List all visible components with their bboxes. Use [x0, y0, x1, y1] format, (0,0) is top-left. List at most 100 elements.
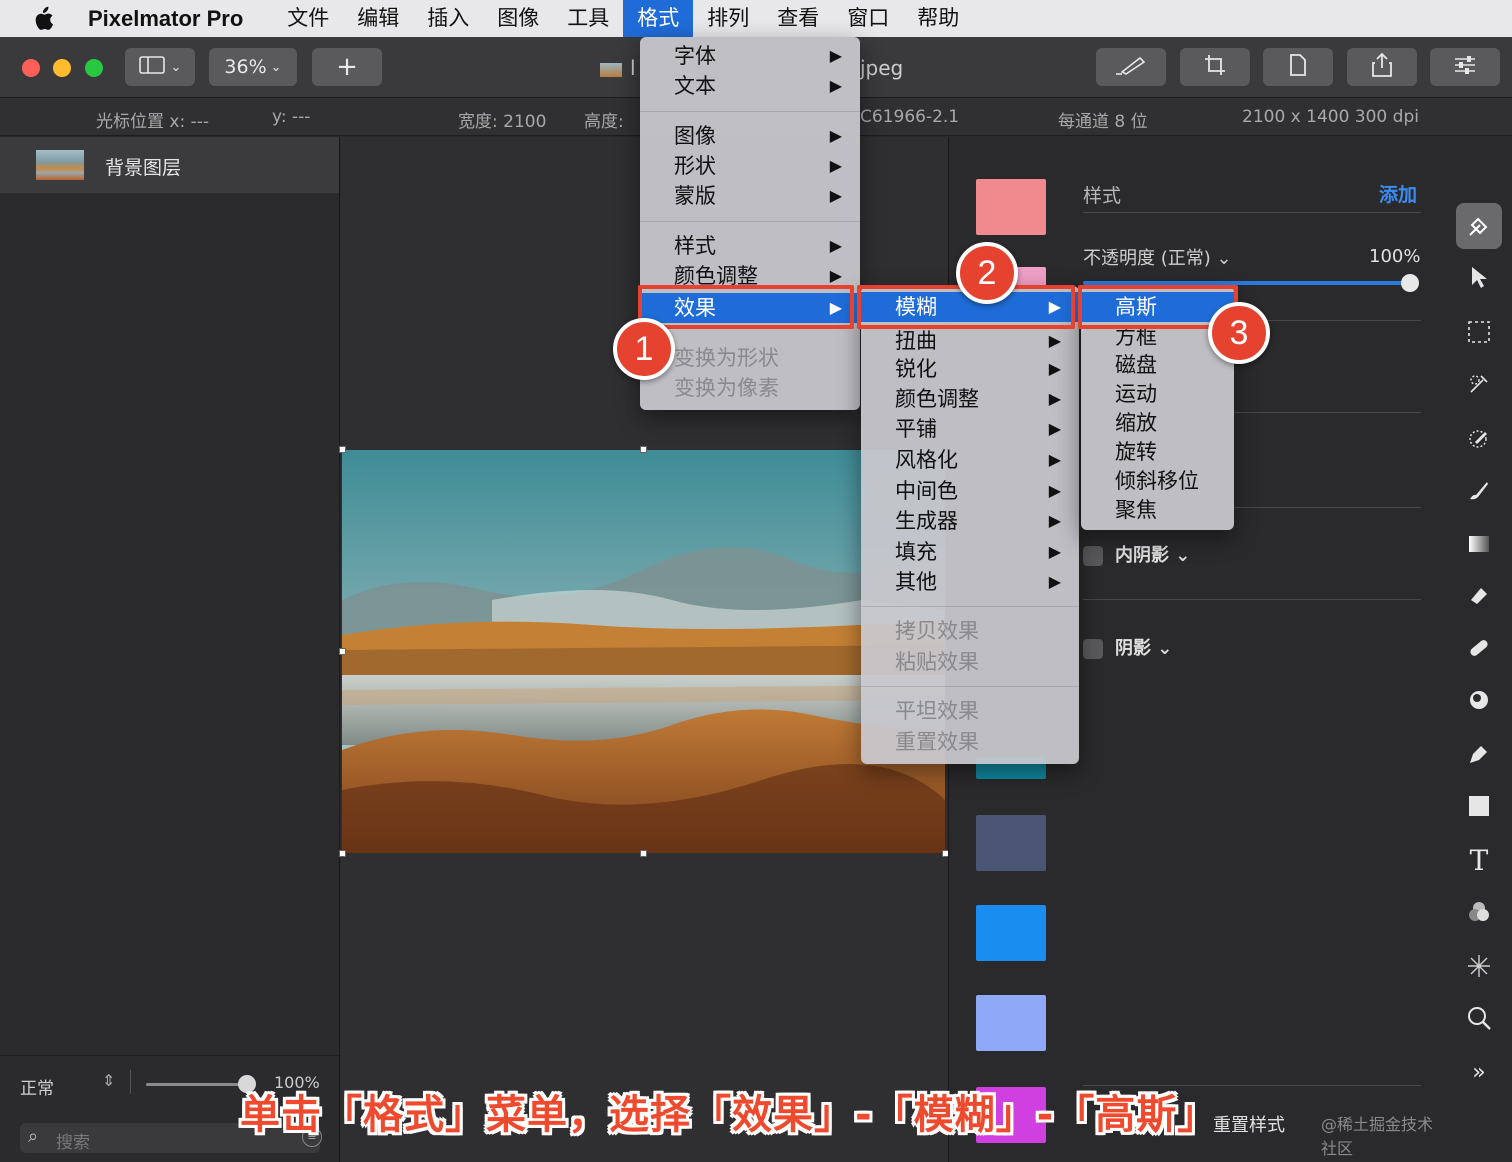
effects-menu-sharpen[interactable]: 锐化 ▶	[861, 354, 1079, 384]
blur-menu-motion[interactable]: 运动	[1081, 379, 1234, 409]
menu-tools[interactable]: 工具	[553, 0, 623, 37]
style-opacity-knob[interactable]	[1401, 274, 1419, 292]
share-button[interactable]	[1347, 48, 1417, 86]
color-profile-readout: C61966-2.1	[860, 107, 960, 127]
menu-item-label: 聚焦	[1115, 498, 1157, 522]
style-swatch[interactable]	[976, 815, 1046, 871]
eraser-tool-icon[interactable]	[1456, 573, 1502, 619]
format-menu-image[interactable]: 图像 ▶	[640, 121, 860, 151]
effects-menu-distort[interactable]: 扭曲 ▶	[861, 326, 1079, 356]
effects-menu-copy-effects[interactable]: 拷贝效果	[861, 616, 1079, 646]
shape-tool-icon[interactable]	[1456, 783, 1502, 829]
blur-menu-spin[interactable]: 旋转	[1081, 437, 1234, 467]
effects-menu-color-adjust[interactable]: 颜色调整 ▶	[861, 384, 1079, 414]
blur-menu-tilt-shift[interactable]: 倾斜移位	[1081, 466, 1234, 496]
inner-shadow-label: 内阴影 ⌄	[1115, 545, 1191, 566]
menu-window[interactable]: 窗口	[833, 0, 903, 37]
canvas-image[interactable]	[342, 450, 945, 853]
crop-button[interactable]	[1180, 48, 1250, 86]
effects-menu-tile[interactable]: 平铺 ▶	[861, 414, 1079, 444]
effects-menu-other[interactable]: 其他 ▶	[861, 567, 1079, 597]
blur-menu-focus[interactable]: 聚焦	[1081, 495, 1234, 525]
style-swatch[interactable]	[976, 905, 1046, 961]
effects-menu-fill[interactable]: 填充 ▶	[861, 537, 1079, 567]
effects-tool-icon[interactable]	[1456, 943, 1502, 989]
distort-tool-icon[interactable]	[1456, 677, 1502, 723]
menu-item-label: 其他	[895, 570, 937, 594]
layer-opacity-slider[interactable]	[146, 1083, 246, 1086]
chevron-down-icon: ⌄	[270, 59, 282, 75]
menu-file[interactable]: 文件	[273, 0, 343, 37]
selection-handle-tc[interactable]	[640, 446, 647, 453]
format-menu-convert-to-pixels[interactable]: 变换为像素	[640, 373, 860, 403]
close-window-button[interactable]	[22, 59, 40, 77]
effects-menu-halftone[interactable]: 中间色 ▶	[861, 476, 1079, 506]
add-style-button[interactable]: 添加	[1379, 180, 1417, 207]
selection-handle-tl[interactable]	[339, 446, 346, 453]
menu-edit[interactable]: 编辑	[343, 0, 413, 37]
blend-mode-select[interactable]: 正常	[20, 1074, 54, 1099]
effects-menu-generator[interactable]: 生成器 ▶	[861, 506, 1079, 536]
search-icon: ⌕	[28, 1126, 39, 1147]
selection-tool-icon[interactable]	[1456, 309, 1502, 355]
arrange-tool-icon[interactable]	[1456, 255, 1502, 301]
selection-handle-bc[interactable]	[640, 850, 647, 857]
effects-menu-paste-effects[interactable]: 粘贴效果	[861, 647, 1079, 677]
gradient-tool-icon[interactable]	[1456, 521, 1502, 567]
step-badge-2: 2	[956, 242, 1018, 304]
add-button[interactable]: +	[312, 48, 382, 86]
app-name[interactable]: Pixelmator Pro	[88, 6, 243, 32]
type-tool-icon[interactable]: T	[1456, 837, 1502, 883]
checkbox[interactable]	[1083, 546, 1103, 566]
color-picker-tool-icon[interactable]	[1456, 415, 1502, 461]
menu-help[interactable]: 帮助	[903, 0, 973, 37]
menu-item-label: 蒙版	[674, 184, 716, 208]
format-menu-shape[interactable]: 形状 ▶	[640, 151, 860, 181]
menu-image[interactable]: 图像	[483, 0, 553, 37]
apple-icon[interactable]	[20, 0, 66, 37]
menu-arrange[interactable]: 排列	[693, 0, 763, 37]
menu-view[interactable]: 查看	[763, 0, 833, 37]
minimize-window-button[interactable]	[53, 59, 71, 77]
expand-tools-icon[interactable]: »	[1456, 1049, 1502, 1095]
quick-selection-tool-icon[interactable]	[1456, 361, 1502, 407]
document-button[interactable]	[1263, 48, 1333, 86]
checkbox[interactable]	[1083, 639, 1103, 659]
zoom-window-button[interactable]	[85, 59, 103, 77]
brush-style-button[interactable]	[1096, 48, 1166, 86]
updown-chevron-icon[interactable]: ⇕	[102, 1071, 115, 1090]
menu-separator	[861, 606, 1079, 612]
retouch-tool-icon[interactable]	[1456, 625, 1502, 671]
style-opacity-mode[interactable]: 不透明度 (正常) ⌄	[1083, 244, 1232, 270]
menu-separator	[861, 686, 1079, 692]
style-tool-icon[interactable]	[1456, 203, 1502, 249]
selection-handle-bl[interactable]	[339, 850, 346, 857]
blur-menu-zoom[interactable]: 缩放	[1081, 408, 1234, 438]
shadow-toggle[interactable]: 阴影 ⌄	[1083, 634, 1172, 660]
color-adjust-tool-icon[interactable]	[1456, 889, 1502, 935]
style-swatch[interactable]	[976, 179, 1046, 235]
zoom-select[interactable]: 36% ⌄	[209, 48, 297, 86]
adjust-button[interactable]	[1430, 48, 1500, 86]
pen-tool-icon[interactable]	[1456, 731, 1502, 777]
format-menu-text[interactable]: 文本 ▶	[640, 71, 860, 101]
zoom-tool-icon[interactable]	[1456, 995, 1502, 1041]
style-swatch[interactable]	[976, 995, 1046, 1051]
paint-tool-icon[interactable]	[1456, 467, 1502, 513]
format-menu-font[interactable]: 字体 ▶	[640, 41, 860, 71]
submenu-arrow-icon: ▶	[1048, 359, 1061, 378]
effects-menu-reset-effects[interactable]: 重置效果	[861, 727, 1079, 757]
effects-menu-stylize[interactable]: 风格化 ▶	[861, 445, 1079, 475]
reset-style-button[interactable]: 重置样式	[1213, 1111, 1285, 1137]
format-menu-style[interactable]: 样式 ▶	[640, 231, 860, 261]
inner-shadow-toggle[interactable]: 内阴影 ⌄	[1083, 541, 1190, 567]
sidebar-toggle-button[interactable]: ⌄	[125, 48, 195, 86]
menu-item-label: 文本	[674, 74, 716, 98]
effects-menu-flatten-effects[interactable]: 平坦效果	[861, 696, 1079, 726]
selection-handle-ml[interactable]	[339, 648, 346, 655]
menu-insert[interactable]: 插入	[413, 0, 483, 37]
layer-row[interactable]: 背景图层	[0, 137, 339, 193]
format-menu-mask[interactable]: 蒙版 ▶	[640, 181, 860, 211]
blur-menu-disc[interactable]: 磁盘	[1081, 350, 1234, 380]
menu-format[interactable]: 格式	[623, 0, 694, 37]
